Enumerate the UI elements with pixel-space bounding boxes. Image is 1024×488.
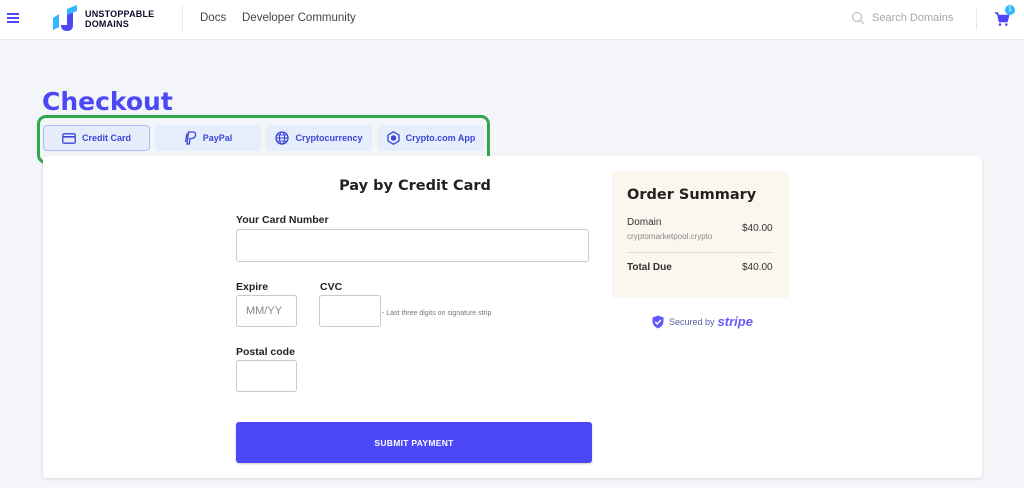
card-number-input[interactable] (236, 229, 589, 262)
paypal-icon (184, 131, 196, 145)
tab-cryptocurrency[interactable]: Cryptocurrency (266, 125, 372, 151)
tab-label-paypal: PayPal (202, 133, 233, 143)
nav-divider (182, 6, 183, 32)
crypto-com-icon (387, 131, 400, 145)
summary-divider (626, 252, 774, 253)
cart-count-badge: 1 (1005, 5, 1015, 15)
credit-card-icon (62, 132, 76, 144)
tab-label-crypto-com-app: Crypto.com App (405, 133, 476, 143)
tab-crypto-com-app[interactable]: Crypto.com App (378, 125, 484, 151)
search-icon[interactable] (851, 11, 865, 25)
page-title: Checkout (42, 87, 173, 116)
stripe-logo-text: stripe (717, 314, 753, 329)
tab-label-credit-card: Credit Card (81, 133, 131, 143)
nav-link-developer-community[interactable]: Developer Community (242, 12, 356, 24)
cvc-input[interactable] (319, 295, 381, 327)
logo-line-2: DOMAINS (85, 19, 129, 29)
top-navigation-bar: UNSTOPPABLE DOMAINS Docs Developer Commu… (0, 0, 1024, 40)
summary-item-price: $40.00 (742, 223, 773, 234)
postal-code-input[interactable] (236, 360, 297, 392)
search-input[interactable] (872, 8, 967, 28)
unstoppable-domains-logo-icon[interactable] (50, 5, 78, 33)
submit-payment-button[interactable]: SUBMIT PAYMENT (236, 422, 592, 463)
summary-total-price: $40.00 (742, 262, 773, 273)
shield-check-icon (652, 315, 664, 328)
secured-by-stripe: Secured by stripe (652, 314, 753, 329)
cvc-label: CVC (320, 281, 343, 293)
summary-domain-name: cryptomarketpool.crypto (627, 232, 713, 241)
logo-text[interactable]: UNSTOPPABLE DOMAINS (85, 9, 154, 29)
globe-icon (275, 131, 290, 145)
expire-label: Expire (236, 281, 269, 293)
tab-credit-card[interactable]: Credit Card (43, 125, 150, 151)
cvc-hint: - Last three digits on signature strip (382, 310, 492, 317)
logo-line-1: UNSTOPPABLE (85, 9, 155, 19)
tab-paypal[interactable]: PayPal (155, 125, 261, 151)
hamburger-menu-icon[interactable] (7, 13, 19, 23)
secured-by-label: Secured by (669, 316, 715, 327)
summary-item-label: Domain (627, 217, 662, 228)
postal-code-label: Postal code (236, 346, 295, 358)
form-title: Pay by Credit Card (339, 178, 491, 194)
order-summary-title: Order Summary (627, 187, 757, 203)
expire-input[interactable] (236, 295, 297, 327)
nav-link-docs[interactable]: Docs (200, 12, 226, 24)
summary-total-label: Total Due (627, 262, 672, 273)
card-number-label: Your Card Number (236, 214, 329, 226)
nav-divider-right (976, 8, 977, 30)
tab-label-cryptocurrency: Cryptocurrency (295, 133, 363, 143)
